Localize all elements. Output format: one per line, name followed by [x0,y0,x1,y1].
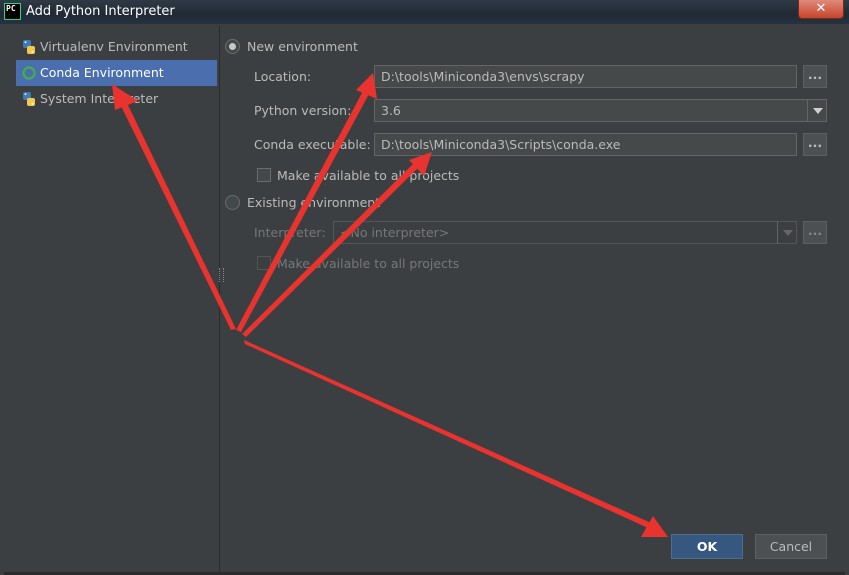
ok-button[interactable]: OK [671,534,743,559]
conda-executable-field[interactable]: D:\tools\Miniconda3\Scripts\conda.exe [374,133,797,156]
splitter-handle[interactable] [219,268,224,282]
existing-make-available-label: Make available to all projects [277,256,460,271]
chevron-down-icon[interactable] [807,99,827,122]
python-icon [23,40,35,54]
existing-environment-radio[interactable] [225,195,240,210]
close-button[interactable]: ✕ [798,0,844,19]
python-version-select[interactable]: 3.6 [374,99,827,122]
sidebar-item-system[interactable]: System Interpreter [16,86,217,112]
sidebar-item-label: Virtualenv Environment [40,39,188,54]
title-bar: PC Add Python Interpreter ✕ [0,0,849,24]
sidebar-item-conda[interactable]: Conda Environment [16,60,217,86]
make-available-checkbox[interactable] [257,168,271,182]
conda-executable-browse-button[interactable]: ... [803,133,827,156]
interpreter-type-list: Virtualenv Environment Conda Environment… [4,26,220,572]
interpreter-value: <No interpreter> [340,225,450,240]
interpreter-browse-button[interactable]: ... [803,221,827,244]
make-available-label: Make available to all projects [277,168,460,183]
pycharm-logo-icon: PC [4,3,21,20]
conda-icon [22,66,36,80]
existing-make-available-checkbox[interactable] [257,256,271,270]
python-version-label: Python version: [254,103,352,118]
window-title: Add Python Interpreter [26,4,175,19]
sidebar-item-label: Conda Environment [40,65,164,80]
python-icon [23,92,35,106]
location-field[interactable]: D:\tools\Miniconda3\envs\scrapy [374,65,797,88]
python-version-value: 3.6 [381,103,401,118]
chevron-down-icon[interactable] [777,221,797,244]
sidebar-item-virtualenv[interactable]: Virtualenv Environment [16,34,217,60]
existing-environment-label: Existing environment [247,195,381,210]
location-browse-button[interactable]: ... [803,65,827,88]
new-environment-radio[interactable] [225,39,240,54]
conda-executable-label: Conda executable: [254,137,371,152]
cancel-button[interactable]: Cancel [755,534,827,559]
interpreter-select[interactable]: <No interpreter> [333,221,797,244]
annotation-arrow-ok [244,340,668,537]
location-label: Location: [254,69,312,84]
new-environment-label: New environment [247,39,358,54]
sidebar-item-label: System Interpreter [40,91,159,106]
interpreter-label: Interpreter: [254,225,326,240]
